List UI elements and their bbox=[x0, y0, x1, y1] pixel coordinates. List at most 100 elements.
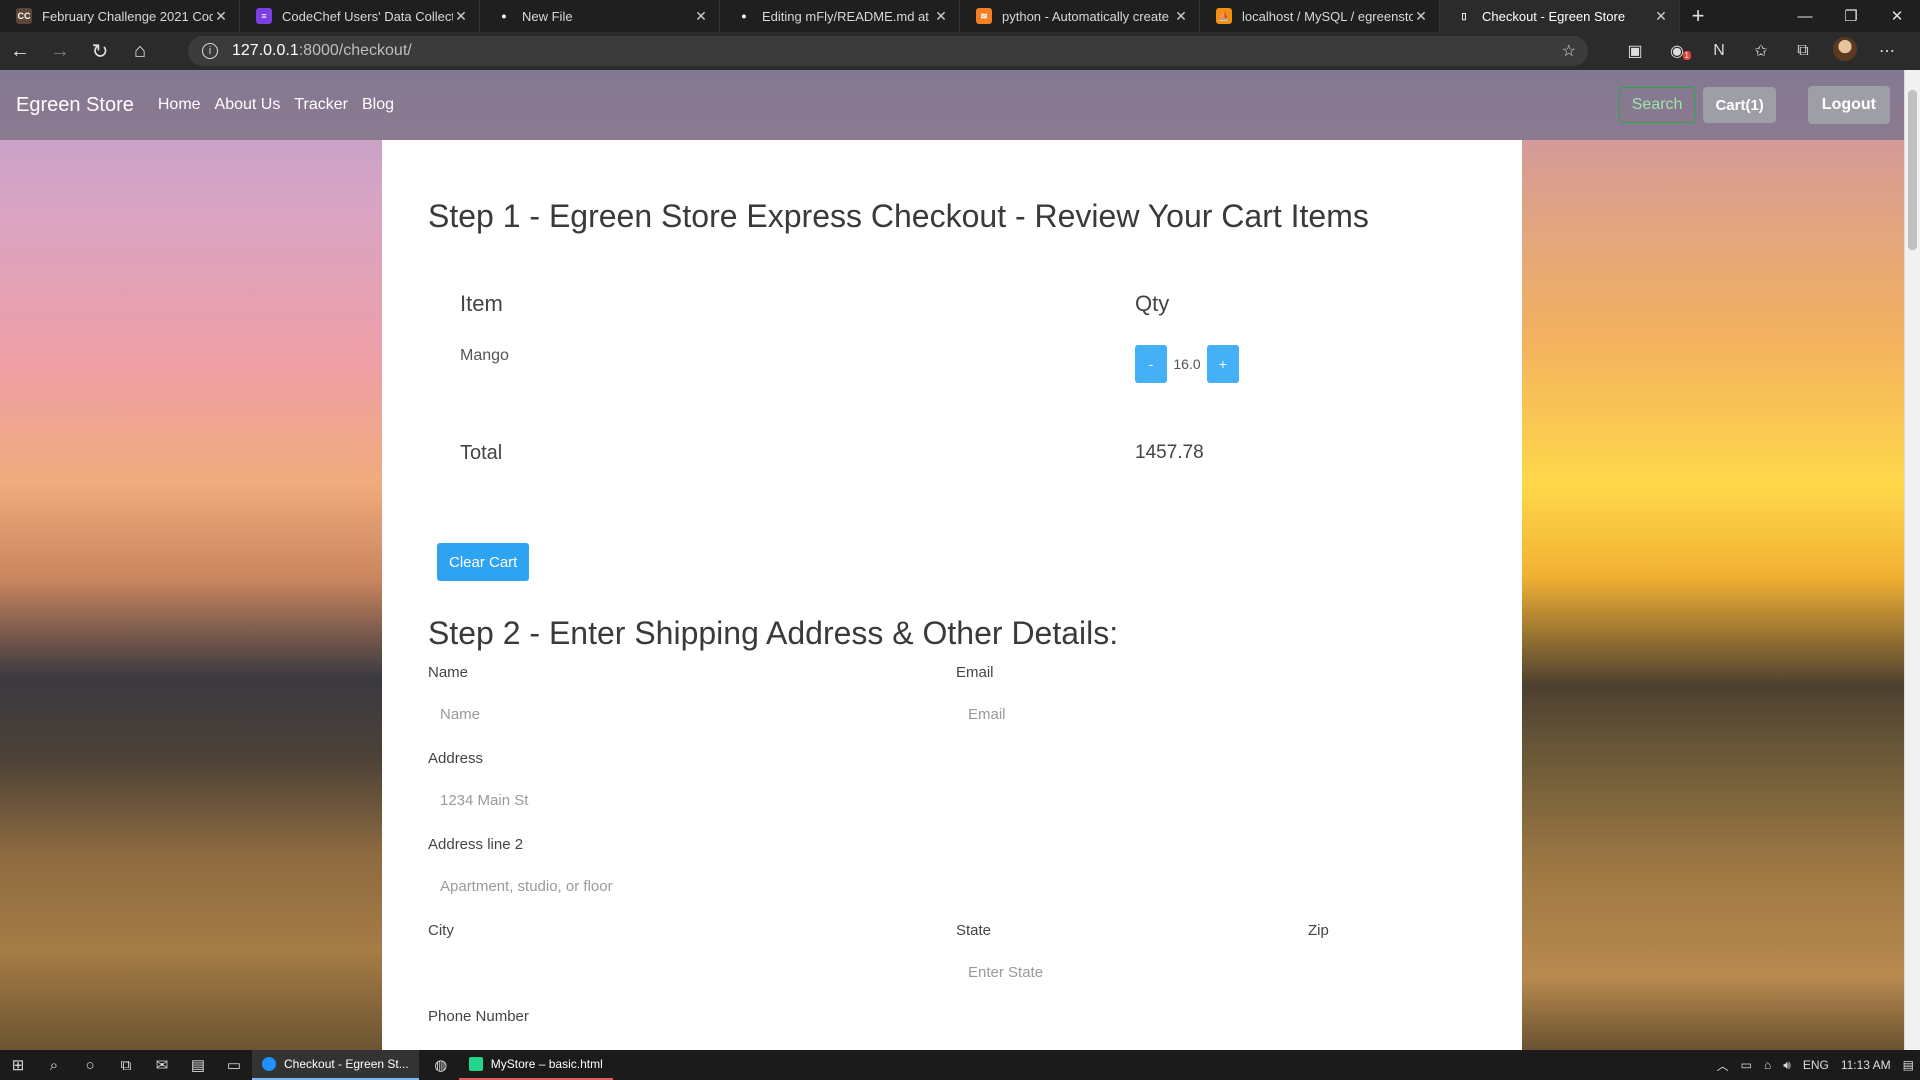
address-label: Address bbox=[428, 750, 484, 767]
city-label: City bbox=[428, 922, 454, 939]
tab-favicon-icon: CC bbox=[16, 8, 32, 24]
site-brand[interactable]: Egreen Store bbox=[16, 94, 134, 117]
new-tab-button[interactable]: + bbox=[1680, 3, 1716, 29]
site-navbar: Egreen Store Home About Us Tracker Blog … bbox=[0, 70, 1904, 140]
profile-avatar[interactable] bbox=[1824, 36, 1866, 66]
collections-icon[interactable]: ⧉ bbox=[1782, 42, 1824, 60]
mail-icon[interactable]: ✉ bbox=[144, 1050, 180, 1080]
phone-label: Phone Number bbox=[428, 1008, 529, 1025]
favorites-icon[interactable]: ✩ bbox=[1740, 41, 1782, 61]
camera-extension-icon[interactable]: ▣ bbox=[1614, 41, 1656, 61]
browser-tab[interactable]: ● Editing mFly/README.md at ma ✕ bbox=[720, 0, 960, 32]
browser-tab[interactable]: CC February Challenge 2021 Coding✕ bbox=[0, 0, 240, 32]
step2-heading: Step 2 - Enter Shipping Address & Other … bbox=[428, 615, 1119, 651]
tray-network-icon[interactable]: ⌂ bbox=[1764, 1058, 1771, 1072]
tab-close-icon[interactable]: ✕ bbox=[1653, 8, 1669, 25]
address-bar[interactable]: i 127.0.0.1:8000/checkout/ ☆ bbox=[188, 36, 1588, 66]
site-info-icon[interactable]: i bbox=[202, 43, 218, 59]
page-viewport: Egreen Store Home About Us Tracker Blog … bbox=[0, 70, 1920, 1050]
name-label: Name bbox=[428, 664, 469, 681]
tab-close-icon[interactable]: ✕ bbox=[213, 8, 229, 25]
window-controls: — ❐ ✕ bbox=[1782, 0, 1920, 32]
total-label: Total bbox=[460, 442, 503, 464]
checkout-container: Step 1 - Egreen Store Express Checkout -… bbox=[382, 140, 1522, 1050]
city-input[interactable] bbox=[428, 954, 938, 990]
col-item-header: Item bbox=[460, 291, 503, 316]
tab-close-icon[interactable]: ✕ bbox=[1173, 8, 1189, 25]
tray-chevron-icon[interactable]: ︿ bbox=[1717, 1057, 1729, 1074]
windows-start-icon[interactable]: ⊞ bbox=[0, 1050, 36, 1080]
browser-extensions: ▣ ◉ 1 N ✩ ⧉ ⋯ bbox=[1614, 32, 1908, 70]
url-host: 127.0.0.1 bbox=[232, 42, 299, 59]
file-explorer-icon[interactable]: ▭ bbox=[216, 1050, 252, 1080]
forward-icon[interactable]: → bbox=[40, 32, 80, 70]
browser-tab[interactable]: ▯ Checkout - Egreen Store ✕ bbox=[1440, 0, 1680, 32]
tab-favicon-icon: ● bbox=[496, 8, 512, 24]
system-tray: ︿ ▭ ⌂ 🔊︎ ENG 11:13 AM ▤ bbox=[1711, 1050, 1920, 1080]
state-input[interactable] bbox=[956, 954, 1286, 990]
tab-close-icon[interactable]: ✕ bbox=[1413, 8, 1429, 25]
tab-close-icon[interactable]: ✕ bbox=[933, 8, 949, 25]
browser-tab[interactable]: ≋ python - Automatically create re ✕ bbox=[960, 0, 1200, 32]
state-label: State bbox=[956, 922, 992, 939]
quantity-stepper: - 16.0 + bbox=[1135, 345, 1239, 383]
tab-title: Checkout - Egreen Store bbox=[1482, 8, 1626, 24]
minimize-icon[interactable]: — bbox=[1782, 0, 1828, 32]
tab-favicon-icon: ≡ bbox=[256, 8, 272, 24]
restore-icon[interactable]: ❐ bbox=[1828, 0, 1874, 32]
scrollbar-thumb[interactable] bbox=[1908, 90, 1917, 250]
notifications-icon[interactable]: ▤ bbox=[1903, 1058, 1914, 1072]
tab-title: New File bbox=[522, 8, 573, 24]
cart-item-name: Mango bbox=[460, 347, 509, 364]
increase-qty-button[interactable]: + bbox=[1207, 345, 1239, 383]
nav-tracker[interactable]: Tracker bbox=[294, 96, 348, 114]
nav-home[interactable]: Home bbox=[158, 96, 201, 114]
address-input[interactable] bbox=[428, 782, 1468, 818]
tab-close-icon[interactable]: ✕ bbox=[453, 8, 469, 25]
tab-close-icon[interactable]: ✕ bbox=[693, 8, 709, 25]
decrease-qty-button[interactable]: - bbox=[1135, 345, 1167, 383]
zip-label: Zip bbox=[1308, 922, 1329, 939]
address2-input[interactable] bbox=[428, 868, 1468, 904]
clear-cart-button[interactable]: Clear Cart bbox=[437, 543, 530, 581]
taskbar-app-editor[interactable]: MyStore – basic.html bbox=[458, 1050, 613, 1080]
store-icon[interactable]: ▤ bbox=[180, 1050, 216, 1080]
total-value: 1457.78 bbox=[1135, 442, 1204, 463]
browser-tab[interactable]: ≡ CodeChef Users' Data Collection✕ bbox=[240, 0, 480, 32]
taskbar-app-browser[interactable]: Checkout - Egreen St... bbox=[252, 1050, 419, 1080]
page-scrollbar[interactable] bbox=[1904, 70, 1920, 1050]
home-icon[interactable]: ⌂ bbox=[120, 32, 160, 70]
tray-app-icon[interactable]: ▭ bbox=[1741, 1058, 1752, 1072]
refresh-icon[interactable]: ↻ bbox=[80, 32, 120, 70]
extension-n-icon[interactable]: N bbox=[1698, 42, 1740, 60]
tray-volume-icon[interactable]: 🔊︎ bbox=[1783, 1058, 1791, 1073]
url-path: :8000/checkout/ bbox=[298, 42, 412, 59]
browser-tab[interactable]: ⛵ localhost / MySQL / egreenstore ✕ bbox=[1200, 0, 1440, 32]
email-input[interactable] bbox=[956, 696, 1466, 732]
extension-icon[interactable]: ◉ 1 bbox=[1656, 41, 1698, 61]
nav-about-us[interactable]: About Us bbox=[215, 96, 281, 114]
clock[interactable]: 11:13 AM bbox=[1841, 1058, 1891, 1072]
cortana-icon[interactable]: ○ bbox=[72, 1050, 108, 1080]
logout-button[interactable]: Logout bbox=[1807, 86, 1890, 124]
tab-title: python - Automatically create re bbox=[1002, 8, 1173, 24]
back-icon[interactable]: ← bbox=[0, 32, 40, 70]
email-label: Email bbox=[956, 664, 994, 681]
qty-value: 16.0 bbox=[1173, 356, 1201, 372]
zip-input[interactable] bbox=[1308, 954, 1468, 990]
task-view-icon[interactable]: ⧉ bbox=[108, 1050, 144, 1080]
browser-toolbar: ← → ↻ ⌂ i 127.0.0.1:8000/checkout/ ☆ ▣ ◉… bbox=[0, 32, 1920, 70]
browser-tab[interactable]: ● New File ✕ bbox=[480, 0, 720, 32]
settings-more-icon[interactable]: ⋯ bbox=[1866, 41, 1908, 61]
language-indicator[interactable]: ENG bbox=[1803, 1058, 1829, 1072]
tab-title: CodeChef Users' Data Collection bbox=[282, 8, 453, 24]
cart-button[interactable]: Cart(1) bbox=[1703, 87, 1776, 123]
firefox-icon[interactable]: ◍ bbox=[423, 1050, 459, 1080]
add-favorite-icon[interactable]: ☆ bbox=[1562, 41, 1576, 61]
name-input[interactable] bbox=[428, 696, 938, 732]
address2-label: Address line 2 bbox=[428, 836, 524, 853]
search-icon[interactable]: ⌕ bbox=[36, 1050, 72, 1080]
nav-blog[interactable]: Blog bbox=[362, 96, 394, 114]
search-button[interactable]: Search bbox=[1618, 87, 1696, 123]
close-window-icon[interactable]: ✕ bbox=[1874, 0, 1920, 32]
